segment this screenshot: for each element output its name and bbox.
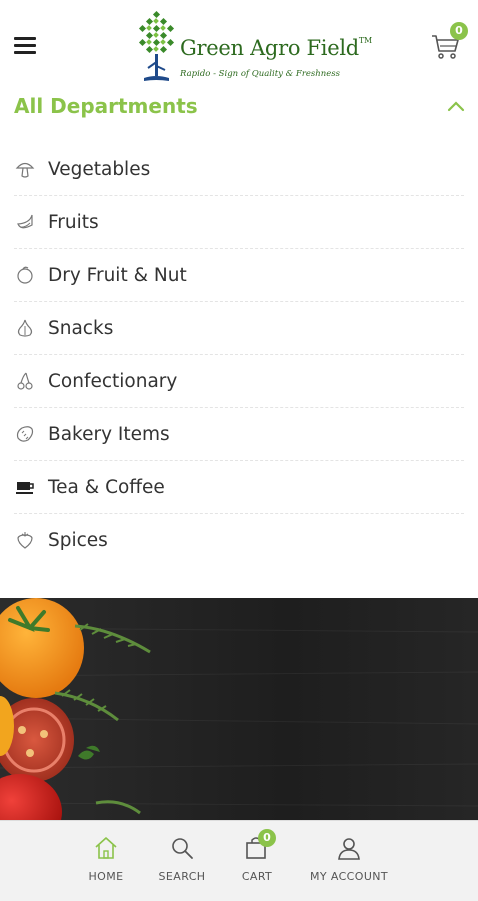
app-header: Green Agro FieldTM Rapido - Sign of Qual… [0, 0, 478, 92]
department-item-vegetables[interactable]: Vegetables [14, 143, 464, 196]
department-label: Confectionary [48, 370, 178, 392]
brand-name: Green Agro FieldTM [180, 36, 372, 60]
user-icon [338, 838, 360, 860]
nut-icon [14, 264, 36, 286]
department-label: Snacks [48, 317, 114, 339]
all-departments-toggle[interactable]: All Departments [14, 92, 466, 122]
department-item-snacks[interactable]: Snacks [14, 302, 464, 355]
department-item-dry-fruit-nut[interactable]: Dry Fruit & Nut [14, 249, 464, 302]
hamburger-menu-icon[interactable] [14, 37, 36, 55]
department-item-tea-coffee[interactable]: Tea & Coffee [14, 461, 464, 514]
department-label: Bakery Items [48, 423, 170, 445]
nav-cart-label: CART [241, 870, 273, 883]
brand-logo[interactable]: Green Agro FieldTM Rapido - Sign of Qual… [134, 10, 372, 88]
department-item-fruits[interactable]: Fruits [14, 196, 464, 249]
coffee-cup-icon [14, 476, 36, 498]
department-item-bakery-items[interactable]: Bakery Items [14, 408, 464, 461]
nav-search[interactable]: SEARCH [156, 835, 208, 883]
cherry-icon [14, 370, 36, 392]
departments-title: All Departments [14, 94, 198, 118]
nav-my-account[interactable]: MY ACCOUNT [306, 835, 392, 883]
nav-search-label: SEARCH [158, 870, 206, 883]
promo-banner-image [0, 598, 478, 820]
department-label: Vegetables [48, 158, 151, 180]
mushroom-icon [14, 158, 36, 180]
nav-home[interactable]: HOME [86, 835, 126, 883]
home-icon [95, 837, 117, 859]
chevron-up-icon [447, 101, 465, 112]
header-cart-count-badge: 0 [450, 22, 468, 40]
bread-icon [14, 423, 36, 445]
banana-icon [14, 211, 36, 233]
department-item-confectionary[interactable]: Confectionary [14, 355, 464, 408]
department-label: Dry Fruit & Nut [48, 264, 187, 286]
search-icon [172, 838, 193, 859]
nav-cart-icon-wrap: 0 [244, 829, 276, 861]
tree-logo-icon [138, 10, 175, 81]
departments-list: Vegetables Fruits Dry Fruit & Nut Snacks… [14, 143, 464, 566]
nav-my-account-label: MY ACCOUNT [309, 870, 389, 883]
header-cart-button[interactable]: 0 [428, 22, 468, 64]
department-label: Spices [48, 529, 108, 551]
bottom-navigation-bar: HOME SEARCH 0 CART MY ACCOUNT [0, 820, 478, 901]
nav-cart-count-badge: 0 [258, 829, 276, 847]
vegetables-on-wood-image [0, 598, 478, 820]
nav-home-label: HOME [88, 870, 124, 883]
department-item-spices[interactable]: Spices [14, 514, 464, 566]
department-label: Fruits [48, 211, 99, 233]
nav-cart[interactable]: 0 CART [238, 829, 276, 883]
department-label: Tea & Coffee [48, 476, 165, 498]
strawberry-icon [14, 529, 36, 551]
trademark: TM [358, 36, 372, 45]
garlic-icon [14, 317, 36, 339]
brand-tagline: Rapido - Sign of Quality & Freshness [180, 69, 340, 79]
